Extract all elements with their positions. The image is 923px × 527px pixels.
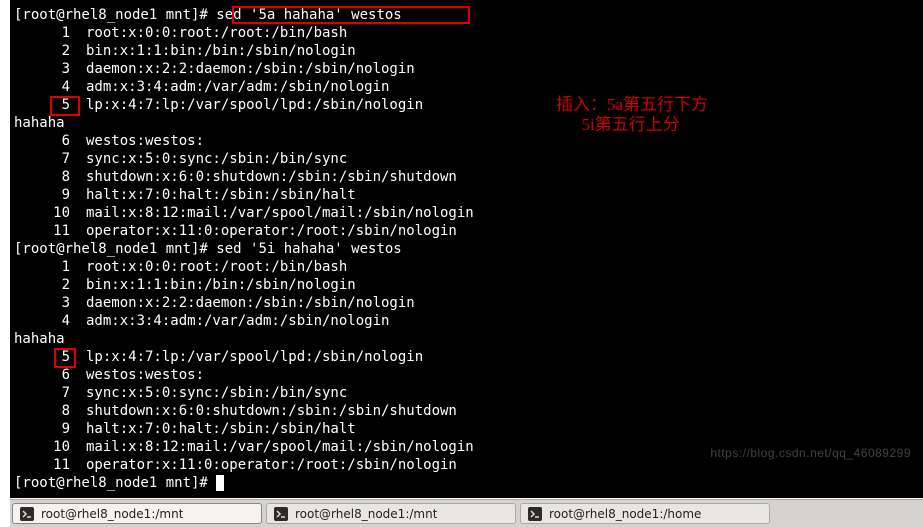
line-text: adm:x:3:4:adm:/var/adm:/sbin/nologin	[70, 313, 389, 329]
line-text: root:x:0:0:root:/root:/bin/bash	[70, 259, 347, 275]
inserted-text: hahaha	[14, 331, 65, 347]
output-line: 6westos:westos:	[14, 132, 923, 150]
prompt-line-3: [root@rhel8_node1 mnt]#	[14, 474, 923, 492]
output-line: 2bin:x:1:1:bin:/bin:/sbin/nologin	[14, 276, 923, 294]
output-line: 9halt:x:7:0:halt:/sbin:/sbin/halt	[14, 420, 923, 438]
line-number: 8	[14, 402, 70, 420]
taskbar: root@rhel8_node1:/mnt root@rhel8_node1:/…	[10, 499, 923, 527]
taskbar-tab-3[interactable]: root@rhel8_node1:/home	[520, 503, 770, 524]
line-number: 7	[14, 150, 70, 168]
taskbar-tab-2[interactable]: root@rhel8_node1:/mnt	[266, 503, 516, 524]
line-text: operator:x:11:0:operator:/root:/sbin/nol…	[70, 457, 457, 473]
output-line: 3daemon:x:2:2:daemon:/sbin:/sbin/nologin	[14, 294, 923, 312]
line-number: 10	[14, 438, 70, 456]
output-line: 8shutdown:x:6:0:shutdown:/sbin:/sbin/shu…	[14, 168, 923, 186]
line-text: westos:westos:	[70, 367, 204, 383]
line-number: 8	[14, 168, 70, 186]
prompt-text: [root@rhel8_node1 mnt]#	[14, 241, 216, 257]
line-number: 9	[14, 420, 70, 438]
taskbar-tab-label: root@rhel8_node1:/mnt	[295, 507, 437, 521]
line-text: operator:x:11:0:operator:/root:/sbin/nol…	[70, 223, 457, 239]
line-text: halt:x:7:0:halt:/sbin:/sbin/halt	[70, 421, 356, 437]
output-line: 4adm:x:3:4:adm:/var/adm:/sbin/nologin	[14, 78, 923, 96]
line-number: 5	[14, 348, 70, 366]
line-number: 2	[14, 276, 70, 294]
output-line: 3daemon:x:2:2:daemon:/sbin:/sbin/nologin	[14, 60, 923, 78]
line-number: 4	[14, 312, 70, 330]
output-line: 1root:x:0:0:root:/root:/bin/bash	[14, 258, 923, 276]
inserted-line: hahaha	[14, 114, 923, 132]
inserted-text: hahaha	[14, 115, 65, 131]
line-number: 10	[14, 204, 70, 222]
line-number: 7	[14, 384, 70, 402]
output-line: 7sync:x:5:0:sync:/sbin:/bin/sync	[14, 384, 923, 402]
output-line: 4adm:x:3:4:adm:/var/adm:/sbin/nologin	[14, 312, 923, 330]
command-text: sed '5i hahaha' westos	[216, 241, 401, 257]
line-number: 6	[14, 132, 70, 150]
line-text: mail:x:8:12:mail:/var/spool/mail:/sbin/n…	[70, 205, 474, 221]
output-line: 8shutdown:x:6:0:shutdown:/sbin:/sbin/shu…	[14, 402, 923, 420]
line-number: 5	[14, 96, 70, 114]
line-text: root:x:0:0:root:/root:/bin/bash	[70, 25, 347, 41]
output-line: 6westos:westos:	[14, 366, 923, 384]
output-line: 7sync:x:5:0:sync:/sbin:/bin/sync	[14, 150, 923, 168]
line-number: 11	[14, 456, 70, 474]
inserted-line: hahaha	[14, 330, 923, 348]
line-text: bin:x:1:1:bin:/bin:/sbin/nologin	[70, 43, 356, 59]
line-number: 2	[14, 42, 70, 60]
line-text: bin:x:1:1:bin:/bin:/sbin/nologin	[70, 277, 356, 293]
line-number: 3	[14, 294, 70, 312]
line-number: 11	[14, 222, 70, 240]
line-text: shutdown:x:6:0:shutdown:/sbin:/sbin/shut…	[70, 169, 457, 185]
prompt-line-2: [root@rhel8_node1 mnt]# sed '5i hahaha' …	[14, 240, 923, 258]
line-text: lp:x:4:7:lp:/var/spool/lpd:/sbin/nologin	[70, 97, 423, 113]
line-number: 6	[14, 366, 70, 384]
line-number: 4	[14, 78, 70, 96]
taskbar-tab-label: root@rhel8_node1:/home	[549, 507, 701, 521]
line-text: shutdown:x:6:0:shutdown:/sbin:/sbin/shut…	[70, 403, 457, 419]
line-text: lp:x:4:7:lp:/var/spool/lpd:/sbin/nologin	[70, 349, 423, 365]
line-number: 9	[14, 186, 70, 204]
line-text: mail:x:8:12:mail:/var/spool/mail:/sbin/n…	[70, 439, 474, 455]
cursor-icon	[216, 475, 224, 491]
output-line: 5lp:x:4:7:lp:/var/spool/lpd:/sbin/nologi…	[14, 96, 923, 114]
output-line: 10mail:x:8:12:mail:/var/spool/mail:/sbin…	[14, 204, 923, 222]
line-number: 1	[14, 258, 70, 276]
terminal-icon	[273, 506, 289, 522]
output-line: 2bin:x:1:1:bin:/bin:/sbin/nologin	[14, 42, 923, 60]
terminal-icon	[19, 506, 35, 522]
terminal-icon	[527, 506, 543, 522]
output-line: 1root:x:0:0:root:/root:/bin/bash	[14, 24, 923, 42]
terminal-area[interactable]: [root@rhel8_node1 mnt]# sed '5a hahaha' …	[10, 0, 923, 498]
taskbar-tab-1[interactable]: root@rhel8_node1:/mnt	[12, 503, 262, 524]
line-number: 3	[14, 60, 70, 78]
command-text: sed '5a hahaha' westos	[216, 7, 401, 23]
taskbar-tab-label: root@rhel8_node1:/mnt	[41, 507, 183, 521]
line-text: daemon:x:2:2:daemon:/sbin:/sbin/nologin	[70, 61, 415, 77]
prompt-text: [root@rhel8_node1 mnt]#	[14, 7, 216, 23]
output-line: 5lp:x:4:7:lp:/var/spool/lpd:/sbin/nologi…	[14, 348, 923, 366]
line-text: halt:x:7:0:halt:/sbin:/sbin/halt	[70, 187, 356, 203]
line-text: sync:x:5:0:sync:/sbin:/bin/sync	[70, 385, 347, 401]
line-text: daemon:x:2:2:daemon:/sbin:/sbin/nologin	[70, 295, 415, 311]
output-line: 11operator:x:11:0:operator:/root:/sbin/n…	[14, 222, 923, 240]
line-number: 1	[14, 24, 70, 42]
prompt-line-1: [root@rhel8_node1 mnt]# sed '5a hahaha' …	[14, 6, 923, 24]
line-text: adm:x:3:4:adm:/var/adm:/sbin/nologin	[70, 79, 389, 95]
line-text: westos:westos:	[70, 133, 204, 149]
prompt-text: [root@rhel8_node1 mnt]#	[14, 475, 216, 491]
output-line: 9halt:x:7:0:halt:/sbin:/sbin/halt	[14, 186, 923, 204]
line-text: sync:x:5:0:sync:/sbin:/bin/sync	[70, 151, 347, 167]
watermark-text: https://blog.csdn.net/qq_46089299	[710, 444, 911, 462]
